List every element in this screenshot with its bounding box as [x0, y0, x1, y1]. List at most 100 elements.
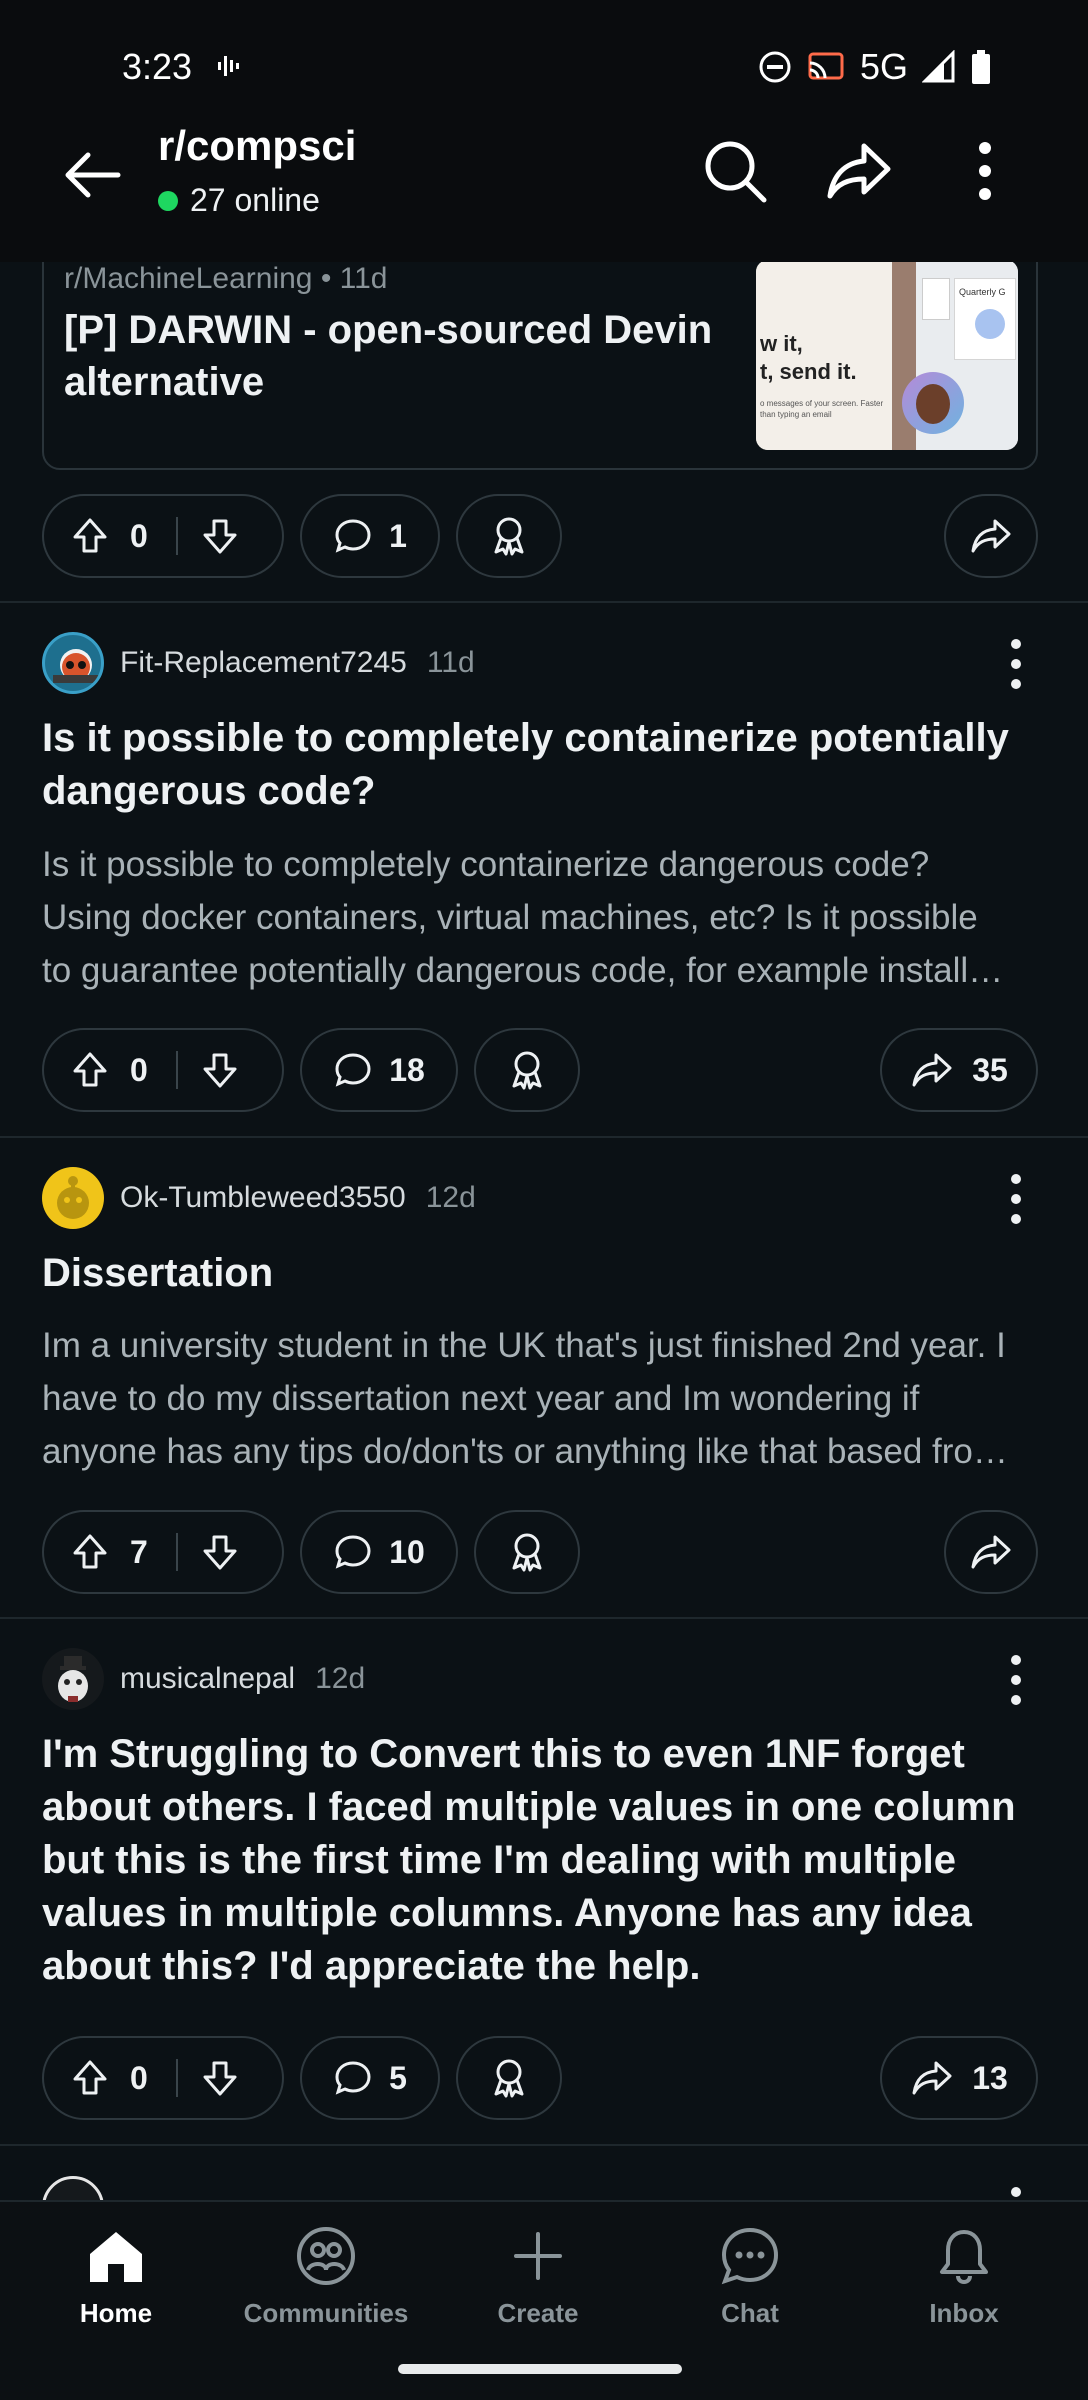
do-not-disturb-icon [759, 51, 791, 83]
post-title[interactable]: Dissertation [42, 1247, 1042, 1300]
downvote-icon[interactable] [200, 1050, 240, 1090]
post-body[interactable]: Im a university student in the UK that's… [42, 1319, 1042, 1478]
comment-count: 5 [389, 2059, 407, 2096]
post-author[interactable]: musicalnepal 12d [42, 1648, 365, 1710]
post-actions: 7 10 [42, 1510, 1038, 1594]
share-button[interactable]: 13 [880, 2036, 1038, 2120]
nav-inbox[interactable]: Inbox [874, 2224, 1054, 2329]
search-icon[interactable] [700, 136, 770, 206]
post-card[interactable]: Ok-Tumbleweed3550 12d Dissertation Im a … [0, 1137, 1088, 1617]
more-options-icon[interactable] [960, 136, 1010, 206]
upvote-icon[interactable] [70, 2058, 110, 2098]
gesture-home-bar[interactable] [398, 2364, 682, 2374]
battery-icon [972, 50, 990, 84]
upvote-icon[interactable] [70, 1532, 110, 1572]
crosspost-title[interactable]: [P] DARWIN - open-sourced Devin alternat… [64, 304, 724, 408]
nav-home[interactable]: Home [26, 2224, 206, 2329]
downvote-icon[interactable] [200, 516, 240, 556]
back-arrow-icon[interactable] [58, 140, 128, 210]
author-name[interactable]: Ok-Tumbleweed3550 [120, 1181, 406, 1215]
post-author[interactable]: Ok-Tumbleweed3550 12d [42, 1167, 476, 1229]
nav-chat[interactable]: Chat [660, 2224, 840, 2329]
post-body-line: Using docker containers, virtual machine… [42, 898, 978, 937]
author-name[interactable]: Fit-Replacement7245 [120, 646, 407, 680]
nav-communities[interactable]: Communities [236, 2224, 416, 2329]
award-icon [512, 1051, 542, 1090]
comment-icon [335, 1053, 371, 1087]
vote-control: 0 [42, 494, 284, 578]
award-button[interactable] [456, 2036, 562, 2120]
downvote-icon[interactable] [200, 1532, 240, 1572]
post-body-line: Im a university student in the UK that's… [42, 1326, 1006, 1365]
share-icon[interactable] [824, 136, 894, 206]
nav-label: Chat [721, 2298, 779, 2328]
nav-label: Home [79, 2298, 153, 2328]
comments-button[interactable]: 10 [300, 1510, 458, 1594]
award-icon [494, 2059, 524, 2098]
plus-icon [514, 2232, 562, 2280]
post-card[interactable]: musicalnepal 12d I'm Struggling to Conve… [0, 1618, 1088, 2144]
online-label: 27 online [190, 182, 320, 218]
comment-count: 10 [389, 1533, 425, 1570]
share-count: 35 [972, 1051, 1008, 1088]
chat-icon [721, 2227, 779, 2285]
more-options-icon[interactable] [1004, 1650, 1028, 1710]
nav-label: Communities [243, 2298, 409, 2328]
post-card[interactable]: Fit-Replacement7245 11d Is it possible t… [0, 602, 1088, 1136]
thumb-text-line1: w it, [760, 331, 803, 356]
award-button[interactable] [474, 1028, 580, 1112]
comment-icon [335, 2061, 371, 2095]
post-body[interactable]: Is it possible to completely containeriz… [42, 838, 1042, 997]
avatar [42, 632, 104, 694]
crosspost-thumbnail[interactable]: w it, t, send it. o messages of your scr… [756, 260, 1018, 450]
crosspost-card[interactable]: r/MachineLearning • 11d [P] DARWIN - ope… [42, 240, 1038, 470]
audio-wave-icon [218, 56, 239, 76]
share-icon [912, 2061, 952, 2095]
cast-icon [808, 52, 844, 80]
nav-create[interactable]: Create [448, 2224, 628, 2329]
share-button[interactable]: 35 [880, 1028, 1038, 1112]
more-options-icon[interactable] [1004, 1169, 1028, 1229]
subreddit-name[interactable]: r/compsci [158, 122, 356, 170]
divider [0, 2144, 1088, 2146]
top-bar: 3:23 5G r/compsci 27 online [0, 0, 1088, 262]
upvote-count: 0 [130, 2059, 148, 2096]
bell-icon [940, 2230, 988, 2285]
comments-button[interactable]: 5 [300, 2036, 440, 2120]
downvote-icon[interactable] [200, 2058, 240, 2098]
share-button[interactable] [944, 494, 1038, 578]
post-body-line: to guarantee potentially dangerous code,… [42, 951, 1004, 990]
comments-button[interactable]: 18 [300, 1028, 458, 1112]
post-body-line: Is it possible to completely containeriz… [42, 845, 930, 884]
status-icons: 5G [758, 46, 992, 88]
upvote-icon[interactable] [70, 1050, 110, 1090]
upvote-icon[interactable] [70, 516, 110, 556]
comments-button[interactable]: 1 [300, 494, 440, 578]
post-title[interactable]: I'm Struggling to Convert this to even 1… [42, 1728, 1042, 1993]
author-name[interactable]: musicalnepal [120, 1662, 295, 1696]
crosspost-meta[interactable]: r/MachineLearning • 11d [64, 262, 387, 296]
award-button[interactable] [474, 1510, 580, 1594]
more-options-icon[interactable] [1004, 634, 1028, 694]
vote-control: 7 [42, 1510, 284, 1594]
status-time: 3:23 [122, 46, 193, 87]
award-icon [494, 517, 524, 556]
share-icon [971, 1535, 1011, 1569]
comment-count: 18 [389, 1051, 425, 1088]
communities-icon [297, 2227, 355, 2285]
post-author[interactable]: Fit-Replacement7245 11d [42, 632, 475, 694]
avatar [42, 1167, 104, 1229]
upvote-count: 0 [130, 517, 148, 554]
share-button[interactable] [944, 1510, 1038, 1594]
vote-control: 0 [42, 1028, 284, 1112]
award-icon [512, 1533, 542, 1572]
more-options-icon[interactable] [1004, 2182, 1028, 2202]
share-count: 13 [972, 2059, 1008, 2096]
award-button[interactable] [456, 494, 562, 578]
nav-label: Create [497, 2298, 579, 2328]
crosspost-actions: 0 1 [42, 494, 1038, 578]
post-title[interactable]: Is it possible to completely containeriz… [42, 712, 1042, 818]
online-count: 27 online [158, 182, 320, 219]
share-icon [912, 1053, 952, 1087]
online-dot [158, 190, 178, 211]
